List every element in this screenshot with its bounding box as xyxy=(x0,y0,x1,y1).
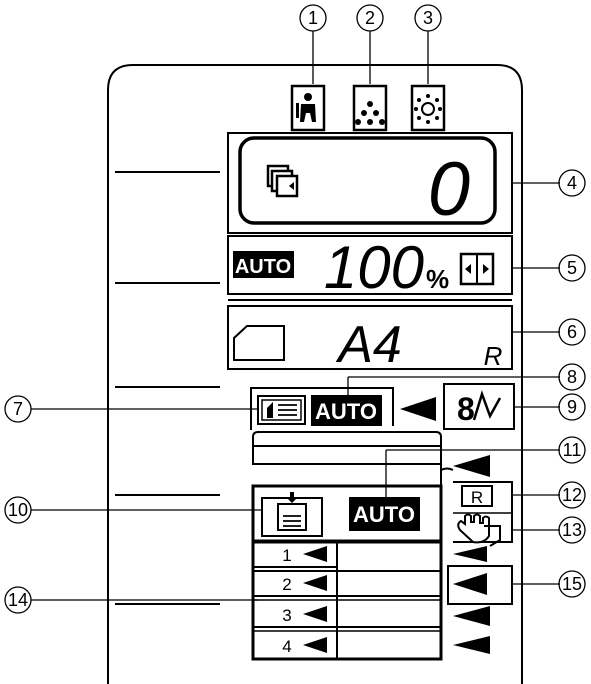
callout-10-number: 10 xyxy=(8,500,28,520)
paper-icon xyxy=(233,325,285,361)
tray-row: 1 xyxy=(282,546,327,565)
tray-select-icon xyxy=(261,492,323,537)
callout-3-number: 3 xyxy=(423,8,433,28)
callout-6-number: 6 xyxy=(567,322,577,342)
tray-number: 4 xyxy=(282,637,291,656)
tray-arrow-icon xyxy=(303,575,327,591)
svg-text:8: 8 xyxy=(457,391,475,427)
copy-count-display: 0 xyxy=(227,132,513,234)
tray-row: 2 xyxy=(282,575,327,594)
callout-5-number: 5 xyxy=(567,258,577,278)
copy-count-value: 0 xyxy=(428,147,470,232)
tray-row: 4 xyxy=(282,637,327,656)
callout-9-number: 9 xyxy=(567,397,577,417)
callout-12-number: 12 xyxy=(562,485,582,505)
bypass-tray-arrow-icon xyxy=(453,455,490,477)
callout-10: 10 xyxy=(4,496,262,524)
tray-arrow-icon xyxy=(303,546,327,562)
callout-14-number: 14 xyxy=(8,590,28,610)
toner-indicator-icon xyxy=(352,84,388,132)
paper-jam-indicator-icon xyxy=(290,84,326,132)
copies-icon xyxy=(266,164,299,198)
paper-size-display: A4 R xyxy=(227,299,513,374)
exposure-original-icon xyxy=(257,395,306,425)
maintenance-indicator-icon xyxy=(410,84,446,132)
tray-3-arrow-icon xyxy=(453,606,490,626)
callout-2: 2 xyxy=(356,4,384,84)
margin-shift-icon xyxy=(459,252,495,286)
ratio-value: 100 xyxy=(324,234,424,301)
tray-number: 1 xyxy=(282,546,291,565)
callout-14: 14 xyxy=(4,586,258,614)
tray-arrow-icon xyxy=(303,606,327,622)
callout-13-number: 13 xyxy=(562,520,582,540)
callout-9: 9 xyxy=(514,393,586,421)
callout-15-number: 15 xyxy=(562,574,582,594)
paper-rotation-indicator: R xyxy=(484,341,503,371)
callout-2-number: 2 xyxy=(365,8,375,28)
tray-auto-badge-text: AUTO xyxy=(353,502,415,527)
tray-1-arrow-icon xyxy=(453,546,487,562)
control-panel-display-diagram: 1 2 3 0 4 AUTO 100 % 5 A4 R 6 AUTO 8 7 8… xyxy=(4,4,586,684)
copy-ratio-display: AUTO 100 % xyxy=(227,234,513,301)
tray-number: 2 xyxy=(282,575,291,594)
callout-1-number: 1 xyxy=(308,8,318,28)
exposure-auto-badge-text: AUTO xyxy=(315,399,377,424)
tray-arrow-icon xyxy=(303,637,327,653)
callout-7: 7 xyxy=(4,395,258,423)
tray-selection-display: AUTO 1 2 3 4 R xyxy=(251,455,513,661)
panel-dividers xyxy=(115,171,220,605)
tray-number: 3 xyxy=(282,606,291,625)
ratio-percent-sign: % xyxy=(426,264,449,294)
tray-list: 1 2 3 4 xyxy=(251,539,443,661)
exposure-arrow-icon xyxy=(400,397,436,421)
tray-row: 3 xyxy=(282,606,327,625)
callout-8-number: 8 xyxy=(567,367,577,387)
callout-11-number: 11 xyxy=(563,440,582,460)
paper-size-value: A4 xyxy=(335,316,402,374)
auto-ratio-badge-text: AUTO xyxy=(235,256,291,278)
reserve-letter: R xyxy=(471,488,483,507)
callout-3: 3 xyxy=(414,4,442,84)
callout-4-number: 4 xyxy=(567,173,577,193)
photo-mode-icon: 8 xyxy=(443,383,515,430)
callout-1: 1 xyxy=(299,4,327,84)
tray-4-arrow-icon xyxy=(453,636,490,654)
paper-empty-indicator xyxy=(447,565,513,605)
callout-7-number: 7 xyxy=(13,399,23,419)
